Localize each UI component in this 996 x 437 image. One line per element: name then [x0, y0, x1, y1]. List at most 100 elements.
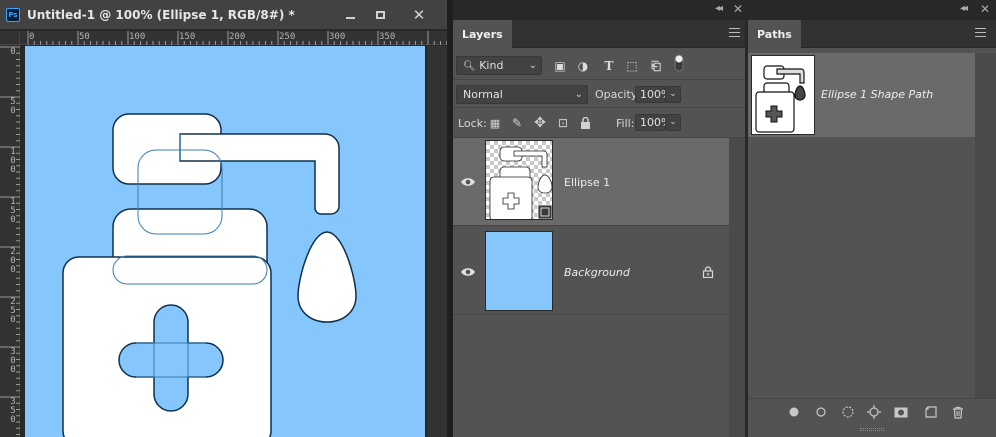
lock-all-icon[interactable] [577, 115, 593, 131]
adjustment-filter-icon[interactable]: ◑ [575, 58, 591, 74]
layer-row-background[interactable]: Background [453, 227, 729, 315]
filter-toggle-icon[interactable] [671, 54, 687, 72]
paths-panel: ◂◂ ✕ Paths Ellipse 1 Shape Path [748, 0, 996, 437]
close-panel-icon[interactable]: ✕ [980, 2, 990, 16]
minimize-icon [345, 16, 355, 19]
fill-path-icon[interactable] [786, 404, 802, 420]
lock-transparent-icon[interactable]: ▦ [487, 115, 503, 131]
paths-footer-toolbar [748, 398, 996, 424]
fill-label: Fill: [616, 117, 635, 130]
ruler-origin[interactable] [0, 31, 20, 45]
ruler-left-label: 50 [10, 97, 16, 116]
chevron-down-icon: ⌄ [528, 60, 537, 71]
lock-position-icon[interactable]: ✥ [532, 115, 548, 131]
load-selection-icon[interactable] [840, 404, 856, 420]
add-mask-icon[interactable] [893, 404, 909, 420]
visibility-eye-icon[interactable] [460, 266, 476, 278]
image-filter-icon[interactable]: ▣ [552, 58, 568, 74]
paths-panel-header[interactable]: ◂◂ ✕ [748, 0, 996, 20]
lock-artboard-icon[interactable]: ⊡ [555, 115, 571, 131]
vertical-ruler[interactable]: 0 50 100 150 200 250 300 350 [0, 45, 20, 437]
ruler-top-label: 100 [129, 32, 146, 42]
panel-menu-icon[interactable] [729, 28, 740, 37]
visibility-eye-icon[interactable] [460, 176, 476, 188]
blend-mode-select[interactable]: Normal ⌄ [456, 85, 588, 104]
fill-input[interactable]: 100% ⌄ [635, 114, 681, 131]
path-name[interactable]: Ellipse 1 Shape Path [821, 88, 933, 101]
lock-all-glyph [580, 117, 590, 129]
shape-filter-icon[interactable]: ⬚ [624, 58, 640, 74]
ruler-top-label: 350 [379, 32, 396, 42]
ruler-left-label: 0 [10, 47, 16, 57]
maximize-icon [375, 11, 385, 19]
document-title: Untitled-1 @ 100% (Ellipse 1, RGB/8#) * [27, 8, 295, 22]
layer-thumbnail-background [485, 231, 553, 311]
document-window: Ps Untitled-1 @ 100% (Ellipse 1, RGB/8#)… [0, 0, 447, 437]
new-path-icon[interactable] [923, 404, 939, 420]
stroke-path-icon[interactable] [813, 404, 829, 420]
ruler-left-label: 150 [10, 197, 16, 225]
layers-scrollbar[interactable] [729, 138, 745, 437]
resize-grip-icon[interactable] [860, 428, 884, 431]
maximize-button[interactable] [367, 5, 393, 25]
ruler-top-label: 200 [229, 32, 246, 42]
ruler-top-label: 50 [79, 32, 90, 42]
close-button[interactable]: ✕ [397, 5, 441, 25]
ruler-top-label: 0 [29, 32, 35, 42]
ruler-left-label: 100 [10, 147, 16, 175]
ruler-left-label: 350 [10, 397, 16, 425]
fill-dropdown-button[interactable]: ⌄ [665, 114, 681, 131]
fill-path-glyph [789, 407, 799, 417]
minimize-button[interactable] [337, 5, 363, 25]
paths-scrollbar[interactable] [975, 53, 996, 398]
panel-menu-icon[interactable] [975, 28, 986, 37]
layer-name[interactable]: Ellipse 1 [564, 176, 610, 189]
opacity-label: Opacity: [595, 88, 641, 101]
document-title-bar[interactable]: Ps Untitled-1 @ 100% (Ellipse 1, RGB/8#)… [0, 0, 447, 30]
opacity-input[interactable]: 100% ⌄ [635, 86, 681, 103]
layers-tab-bar: Layers [453, 20, 745, 48]
paths-tab-bar: Paths [748, 20, 996, 48]
ruler-top-label: 250 [279, 32, 296, 42]
opacity-dropdown-button[interactable]: ⌄ [665, 86, 681, 103]
add-mask-glyph [894, 407, 908, 417]
ruler-left-label: 200 [10, 247, 16, 275]
trash-icon[interactable] [950, 404, 966, 420]
canvas-artwork[interactable] [25, 46, 425, 437]
close-panel-icon[interactable]: ✕ [733, 2, 743, 16]
collapse-panel-icon[interactable]: ◂◂ [960, 3, 968, 14]
layer-thumbnail-ellipse [485, 140, 553, 220]
layers-panel-header[interactable]: ◂◂ ✕ [453, 0, 745, 20]
make-work-path-glyph [867, 405, 881, 419]
filter-toggle-switch [674, 54, 684, 72]
ruler-left-label: 250 [10, 297, 16, 325]
paths-resize-area[interactable] [748, 424, 996, 437]
canvas-area[interactable] [21, 46, 425, 437]
path-row-ellipse-1-shape-path[interactable]: Ellipse 1 Shape Path [748, 53, 975, 137]
path-thumbnail [751, 55, 815, 135]
filter-kind-select[interactable]: 🔍︎ Kind ⌄ [456, 56, 542, 75]
ruler-top-label: 150 [179, 32, 196, 42]
path-thumbnail-art [755, 65, 806, 133]
blend-mode-value: Normal [463, 88, 503, 101]
layers-panel: ◂◂ ✕ Layers 🔍︎ Kind ⌄ ▣ ◑ T ⬚ ⎗ Normal ⌄… [453, 0, 745, 437]
photoshop-app-icon: Ps [6, 8, 20, 22]
layer-name[interactable]: Background [564, 266, 630, 279]
close-icon: ✕ [412, 5, 426, 24]
document-scrollbar[interactable] [427, 46, 447, 437]
new-path-glyph [925, 406, 937, 418]
lock-paint-icon[interactable]: ✎ [509, 115, 525, 131]
ellipse-thumbnail-art [486, 141, 552, 219]
make-work-path-icon[interactable] [866, 404, 882, 420]
horizontal-ruler[interactable]: 0 50 100 150 200 250 300 350 [20, 31, 447, 45]
chevron-down-icon: ⌄ [574, 89, 583, 100]
ruler-top-label: 300 [329, 32, 346, 42]
tab-layers[interactable]: Layers [453, 20, 512, 48]
collapse-panel-icon[interactable]: ◂◂ [715, 3, 723, 14]
type-filter-icon[interactable]: T [601, 58, 617, 74]
layer-row-ellipse-1[interactable]: Ellipse 1 [453, 138, 729, 226]
ruler-left-label: 300 [10, 347, 16, 375]
tab-paths[interactable]: Paths [748, 20, 801, 48]
smart-object-filter-icon[interactable]: ⎗ [648, 58, 664, 74]
search-icon: 🔍︎ [463, 61, 476, 72]
